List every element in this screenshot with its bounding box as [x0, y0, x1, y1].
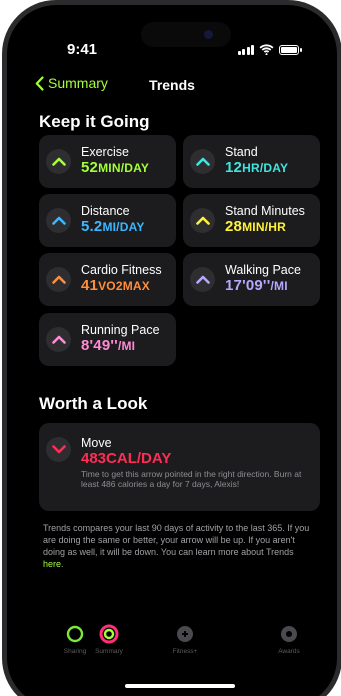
trend-label: Running Pace — [81, 323, 160, 338]
trend-value: 5.2MI/DAY — [81, 218, 145, 236]
trend-value: 41VO2MAX — [81, 277, 150, 295]
trend-label: Stand — [225, 145, 258, 160]
home-indicator — [125, 684, 235, 688]
status-time: 9:41 — [67, 41, 98, 58]
trends-explanation: Trends compares your last 90 days of act… — [43, 523, 310, 570]
trend-label: Exercise — [81, 145, 129, 160]
sharing-icon — [66, 625, 84, 643]
trend-text: Exercise 52MIN/DAY — [81, 146, 149, 176]
tab-awards[interactable]: Awards — [269, 623, 309, 657]
cellular-signal-icon — [237, 44, 254, 55]
trend-value: 17'09''/MI — [225, 277, 288, 295]
activity-rings-icon — [99, 624, 119, 644]
trend-text: Stand Minutes 28MIN/HR — [225, 205, 305, 235]
trend-text: Stand 12HR/DAY — [225, 146, 288, 176]
trend-card-running-pace[interactable]: Running Pace 8'49''/MI — [39, 313, 176, 366]
trend-label: Distance — [81, 204, 130, 219]
learn-more-link[interactable]: here — [43, 559, 61, 569]
trend-label: Cardio Fitness — [81, 263, 162, 278]
tab-summary[interactable]: Summary — [89, 623, 129, 657]
arrow-up-icon — [46, 208, 71, 233]
trend-text: Cardio Fitness 41VO2MAX — [81, 264, 162, 294]
trend-card-walking-pace[interactable]: Walking Pace 17'09''/MI — [183, 253, 320, 306]
trend-text: Walking Pace 17'09''/MI — [225, 264, 301, 294]
awards-icon — [281, 626, 297, 642]
trend-card-cardio-fitness[interactable]: Cardio Fitness 41VO2MAX — [39, 253, 176, 306]
arrow-up-icon — [46, 327, 71, 352]
arrow-up-icon — [190, 149, 215, 174]
trend-value: 28MIN/HR — [225, 218, 286, 236]
trend-card-exercise[interactable]: Exercise 52MIN/DAY — [39, 135, 176, 188]
arrow-down-icon — [46, 437, 71, 462]
screen: 9:41 Summary Trends Keep it Going Exerci… — [7, 5, 337, 696]
camera-icon — [204, 30, 213, 39]
trend-value: 52MIN/DAY — [81, 159, 150, 177]
arrow-up-icon — [190, 208, 215, 233]
page-title: Trends — [149, 77, 195, 93]
trend-text: Distance 5.2MI/DAY — [81, 205, 145, 235]
battery-icon — [279, 44, 302, 55]
nav-bar: Summary Trends — [7, 75, 337, 99]
section-title-worth-look: Worth a Look — [39, 394, 148, 413]
trend-description: Time to get this arrow pointed in the ri… — [81, 469, 302, 490]
status-bar: 9:41 — [7, 41, 337, 61]
section-title-keep-going: Keep it Going — [39, 112, 150, 131]
tab-fitness-plus[interactable]: Fitness+ — [165, 623, 205, 657]
trend-value: 12HR/DAY — [225, 159, 289, 177]
fitness-plus-icon — [177, 626, 193, 642]
status-icons — [237, 44, 302, 55]
trend-label: Stand Minutes — [225, 204, 305, 219]
tab-bar: Sharing Summary Fitness+ Awards — [7, 623, 337, 663]
trend-label: Walking Pace — [225, 263, 301, 278]
arrow-up-icon — [190, 267, 215, 292]
wifi-icon — [259, 44, 274, 55]
trend-card-move[interactable]: Move 483CAL/DAY Time to get this arrow p… — [39, 423, 320, 511]
arrow-up-icon — [46, 267, 71, 292]
trend-value: 483CAL/DAY — [81, 450, 172, 467]
trend-card-stand[interactable]: Stand 12HR/DAY — [183, 135, 320, 188]
trend-text: Running Pace 8'49''/MI — [81, 324, 160, 354]
trend-card-distance[interactable]: Distance 5.2MI/DAY — [39, 194, 176, 247]
trend-card-stand-minutes[interactable]: Stand Minutes 28MIN/HR — [183, 194, 320, 247]
trend-value: 8'49''/MI — [81, 337, 136, 355]
phone-frame: 9:41 Summary Trends Keep it Going Exerci… — [2, 0, 341, 696]
arrow-up-icon — [46, 149, 71, 174]
trend-label: Move — [81, 436, 112, 450]
